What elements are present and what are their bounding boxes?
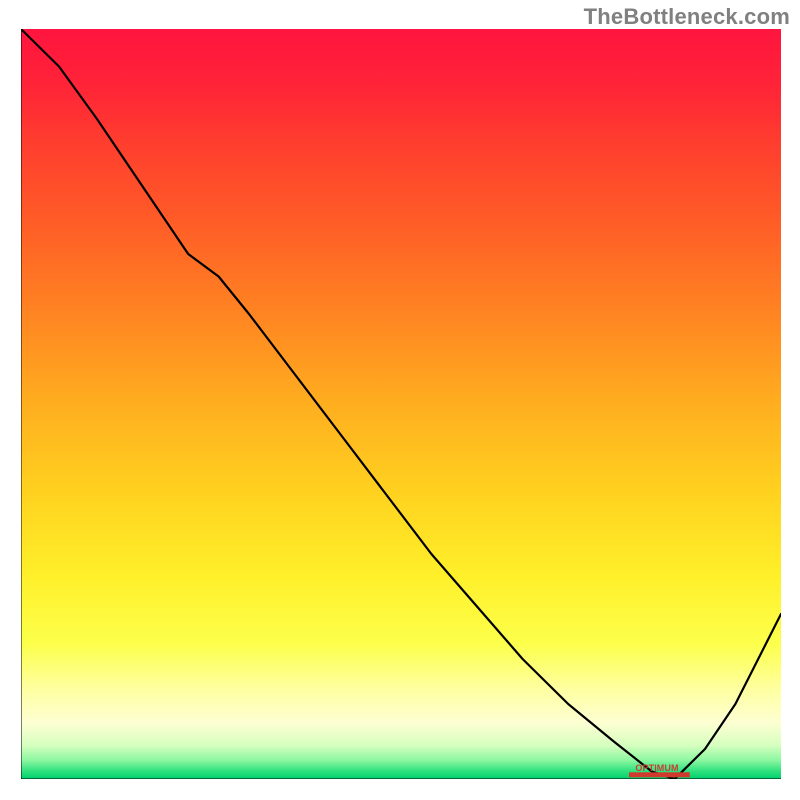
minimum-marker-label: OPTIMUM (635, 763, 678, 773)
plot-area: OPTIMUM (21, 29, 781, 779)
watermark-text: TheBottleneck.com (584, 4, 790, 30)
bottleneck-curve (21, 29, 781, 779)
chart-container: TheBottleneck.com (0, 0, 800, 800)
